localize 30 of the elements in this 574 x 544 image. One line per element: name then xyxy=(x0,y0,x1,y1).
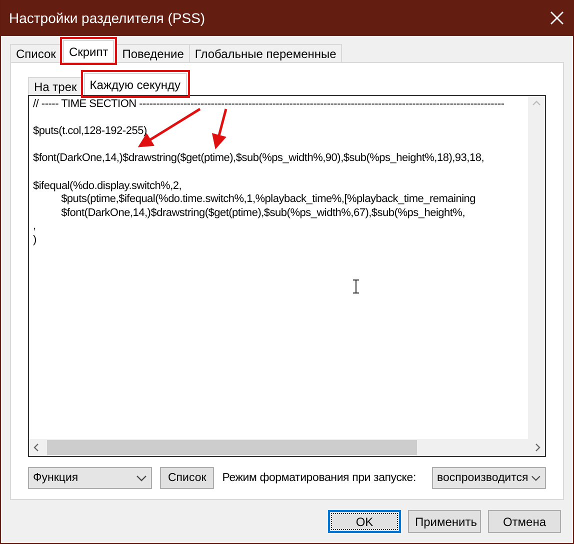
tab[interactable]: На трек xyxy=(28,77,83,95)
mode-dropdown[interactable]: воспроизводится xyxy=(432,467,546,489)
dialog-button[interactable]: OK xyxy=(328,510,401,533)
code-line: $puts(ptime,$ifequal(%do.time.switch%,1,%playback_time%,[%playback_time_remaining xyxy=(60,193,476,207)
scroll-left-icon[interactable] xyxy=(33,443,39,452)
list-button[interactable]: Список xyxy=(160,467,214,489)
annotation-arrow xyxy=(212,108,228,150)
scroll-right-icon[interactable] xyxy=(535,443,541,452)
script-editor[interactable] xyxy=(28,95,546,457)
code-line: $ifequal(%do.display.switch%,2, xyxy=(33,180,182,194)
window-title: Настройки разделителя (PSS) xyxy=(9,10,206,26)
function-dropdown[interactable]: Функция xyxy=(28,467,152,489)
dialog-button[interactable]: Применить xyxy=(408,510,481,533)
tab[interactable]: Скрипт xyxy=(62,40,114,62)
tab[interactable]: Поведение xyxy=(116,44,190,62)
code-line: // ----- TIME SECTION ----------------------------------------------------------------------------------------------------------- xyxy=(33,98,504,112)
close-icon[interactable] xyxy=(549,10,565,26)
scrollbar-thumb[interactable] xyxy=(47,440,417,455)
text-cursor-icon xyxy=(352,280,360,294)
dialog-button[interactable]: Отмена xyxy=(488,510,561,533)
chevron-down-icon xyxy=(531,474,541,482)
tab[interactable]: Глобальные переменные xyxy=(188,44,342,62)
chevron-down-icon xyxy=(136,474,147,482)
code-line: , xyxy=(33,220,36,234)
mode-label: Режим форматирования при запуске: xyxy=(222,472,417,484)
code-line: $font(DarkOne,14,)$drawstring($get(ptime),$sub(%ps_width%,67),$sub(%ps_height%, xyxy=(60,206,466,220)
code-line: ) xyxy=(33,234,36,248)
code-line: $puts(t.col,128-192-255) xyxy=(33,125,147,139)
tab[interactable]: Список xyxy=(10,44,62,62)
code-line: $font(DarkOne,14,)$drawstring($get(ptime),$sub(%ps_width%,90),$sub(%ps_height%,18),93,18, xyxy=(33,152,484,166)
